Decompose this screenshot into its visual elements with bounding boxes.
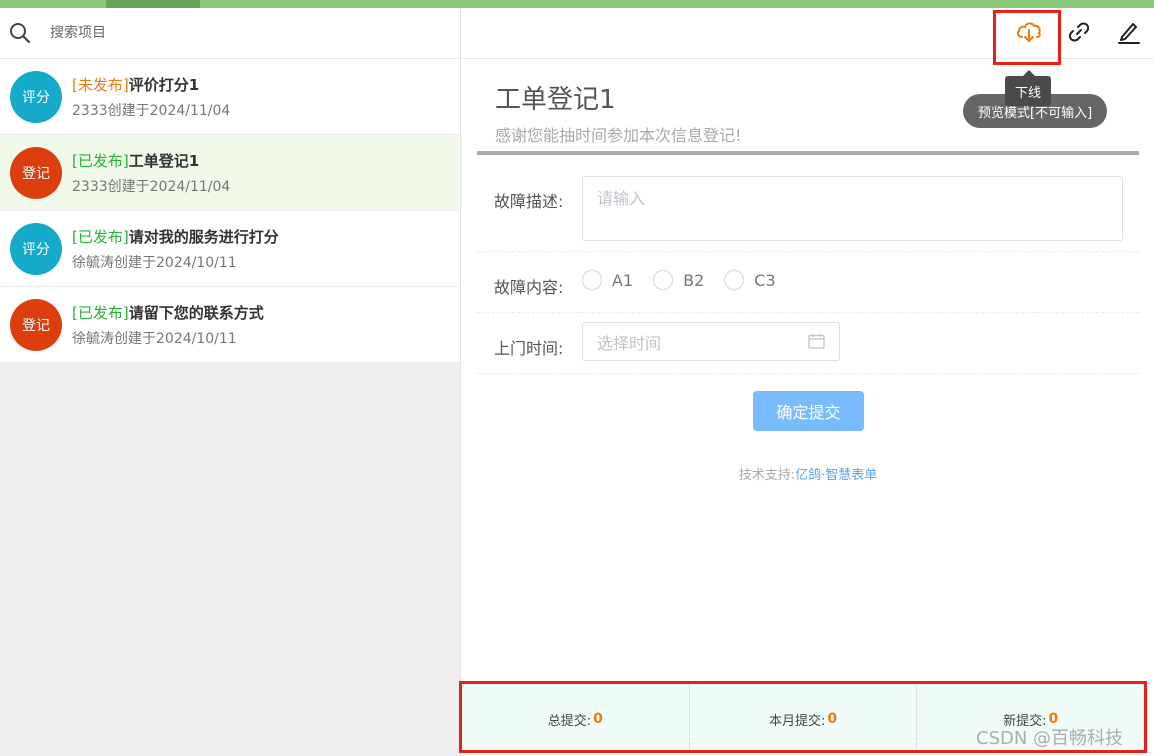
stat-month: 本月提交: 0 bbox=[690, 684, 918, 750]
field-label: 故障内容: bbox=[494, 278, 564, 297]
project-avatar: 登记 bbox=[10, 298, 62, 351]
radio-option-c3[interactable]: C3 bbox=[724, 270, 776, 290]
search-bar bbox=[0, 8, 460, 59]
field-label: 上门时间: bbox=[494, 339, 564, 358]
project-meta: 徐毓涛创建于2024/10/11 bbox=[72, 254, 237, 271]
radio-option-b2[interactable]: B2 bbox=[653, 270, 704, 290]
edit-icon[interactable] bbox=[1113, 16, 1145, 48]
project-status: [已发布] bbox=[72, 151, 129, 170]
project-title: [已发布]请对我的服务进行打分 bbox=[72, 226, 279, 248]
field-fault-content: 故障内容: A1 B2 C3 bbox=[477, 252, 1139, 313]
project-list: 评分 [未发布]评价打分1 2333创建于2024/11/04 登记 [已发布]… bbox=[0, 59, 460, 363]
time-picker-input[interactable]: 选择时间 bbox=[582, 322, 840, 361]
project-name: 评价打分1 bbox=[128, 75, 200, 94]
project-status: [未发布] bbox=[72, 75, 129, 94]
radio-label: A1 bbox=[612, 270, 634, 290]
search-icon[interactable] bbox=[8, 21, 32, 45]
calendar-icon[interactable] bbox=[808, 333, 825, 353]
preview-toolbar bbox=[462, 8, 1154, 65]
link-icon[interactable] bbox=[1063, 16, 1095, 48]
radio-circle[interactable] bbox=[724, 270, 745, 290]
project-title: [未发布]评价打分1 bbox=[72, 74, 230, 96]
project-avatar: 登记 bbox=[10, 146, 62, 199]
stat-value: 0 bbox=[827, 711, 838, 727]
support-prefix: 技术支持: bbox=[738, 468, 796, 483]
tech-support-line: 技术支持:亿鸽·智慧表单 bbox=[462, 464, 1154, 483]
project-name: 工单登记1 bbox=[128, 151, 200, 170]
active-tab-indicator bbox=[106, 0, 200, 8]
radio-circle[interactable] bbox=[653, 270, 674, 290]
project-meta: 2333创建于2024/11/04 bbox=[72, 102, 231, 119]
support-link[interactable]: 亿鸽·智慧表单 bbox=[795, 468, 877, 483]
offline-tooltip: 下线 bbox=[1005, 70, 1052, 106]
project-title: [已发布]请留下您的联系方式 bbox=[72, 302, 264, 324]
field-fault-description: 故障描述: bbox=[477, 168, 1139, 252]
radio-group: A1 B2 C3 bbox=[582, 270, 796, 290]
project-item[interactable]: 登记 [已发布]请留下您的联系方式 徐毓涛创建于2024/10/11 bbox=[0, 287, 460, 363]
submit-button[interactable]: 确定提交 bbox=[753, 391, 864, 431]
radio-label: C3 bbox=[754, 270, 776, 290]
project-avatar: 评分 bbox=[10, 222, 62, 275]
stat-value: 0 bbox=[593, 711, 603, 727]
field-label: 故障描述: bbox=[494, 192, 564, 211]
project-sidebar: 评分 [未发布]评价打分1 2333创建于2024/11/04 登记 [已发布]… bbox=[0, 8, 461, 756]
project-item-selected[interactable]: 登记 [已发布]工单登记1 2333创建于2024/11/04 bbox=[0, 135, 460, 211]
project-status: [已发布] bbox=[72, 303, 129, 322]
watermark: CSDN @百畅科技 bbox=[976, 728, 1124, 749]
form-preview-panel: 下线 预览模式[不可输入] 工单登记1 感谢您能抽时间参加本次信息登记! 故障描… bbox=[462, 8, 1154, 756]
time-picker-placeholder: 选择时间 bbox=[597, 333, 662, 353]
project-status: [已发布] bbox=[72, 227, 129, 246]
top-accent-bar bbox=[0, 0, 1154, 8]
project-meta: 徐毓涛创建于2024/10/11 bbox=[72, 330, 237, 347]
project-name: 请对我的服务进行打分 bbox=[128, 227, 279, 246]
search-input[interactable] bbox=[50, 25, 430, 41]
field-visit-time: 上门时间: 选择时间 bbox=[477, 313, 1139, 374]
project-meta: 2333创建于2024/11/04 bbox=[72, 178, 231, 195]
project-title: [已发布]工单登记1 bbox=[72, 150, 230, 172]
stat-label: 本月提交: bbox=[768, 713, 826, 729]
project-item[interactable]: 评分 [已发布]请对我的服务进行打分 徐毓涛创建于2024/10/11 bbox=[0, 211, 460, 287]
fault-description-textarea[interactable] bbox=[582, 176, 1123, 241]
stat-total: 总提交: 0 bbox=[462, 684, 690, 750]
stat-label: 总提交: bbox=[547, 713, 592, 729]
project-item[interactable]: 评分 [未发布]评价打分1 2333创建于2024/11/04 bbox=[0, 59, 460, 135]
download-highlight-box bbox=[993, 10, 1061, 65]
project-name: 请留下您的联系方式 bbox=[128, 303, 264, 322]
radio-label: B2 bbox=[683, 270, 705, 290]
radio-circle[interactable] bbox=[582, 270, 602, 290]
radio-option-a1[interactable]: A1 bbox=[582, 270, 633, 290]
project-avatar: 评分 bbox=[10, 70, 62, 123]
